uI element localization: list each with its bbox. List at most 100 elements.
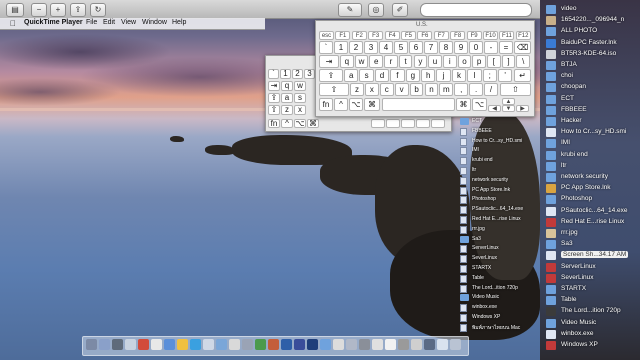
dock-app-icon[interactable] [333, 339, 344, 350]
desktop-item-label[interactable]: ltr [472, 167, 476, 173]
folder-icon[interactable] [460, 235, 469, 243]
menu-window[interactable]: Window [142, 19, 167, 26]
sidebar-toggle-button[interactable]: ▤ [6, 3, 24, 17]
file-icon[interactable] [460, 304, 467, 313]
keyboard-key[interactable]: ▲ [502, 98, 515, 105]
dock-app-icon[interactable] [242, 339, 253, 350]
desktop-item[interactable]: Red Hat E...rise Linux [540, 217, 640, 228]
desktop-item[interactable]: rrr.jpg [540, 228, 640, 239]
keyboard-key[interactable]: 2 [292, 69, 303, 79]
menu-view[interactable]: View [121, 19, 136, 26]
keyboard-key[interactable]: q [340, 55, 354, 68]
file-icon[interactable] [460, 127, 467, 136]
keyboard-key[interactable]: F7 [433, 31, 449, 40]
file-icon[interactable] [460, 274, 467, 283]
keyboard-key[interactable]: F10 [483, 31, 498, 40]
keyboard-key[interactable]: q [281, 81, 293, 91]
keyboard-key[interactable]: s [359, 69, 374, 82]
keyboard-key[interactable]: t [398, 55, 413, 68]
file-icon[interactable] [460, 196, 467, 205]
dock-app-icon[interactable] [268, 339, 279, 350]
keyboard-key[interactable]: 7 [424, 41, 438, 54]
keyboard-key[interactable]: F3 [368, 31, 384, 40]
file-icon[interactable] [460, 216, 467, 224]
keyboard-key[interactable]: fn [319, 98, 333, 111]
keyboard-key[interactable]: ⌥ [294, 119, 306, 128]
dock-app-icon[interactable] [398, 339, 409, 350]
share-button[interactable]: ⇪ [70, 3, 86, 17]
desktop-item-label[interactable]: rrr.jpg [472, 226, 485, 232]
keyboard-key[interactable] [371, 119, 385, 128]
keyboard-key[interactable]: ⌥ [349, 98, 363, 111]
keyboard-key[interactable]: esc [319, 31, 334, 40]
keyboard-key[interactable]: h [421, 69, 436, 82]
keyboard-key[interactable]: 6 [409, 41, 423, 54]
dock-app-icon[interactable] [203, 339, 214, 350]
keyboard-key[interactable]: fn [268, 119, 280, 128]
desktop-item-label[interactable]: Red Hat E...rise Linux [472, 216, 521, 222]
desktop-item[interactable]: network security [540, 172, 640, 183]
keyboard-key[interactable]: x [364, 83, 379, 96]
file-icon[interactable] [460, 225, 467, 234]
keyboard-key[interactable]: ' [498, 69, 513, 82]
keyboard-key[interactable]: y [413, 55, 428, 68]
keyboard-key[interactable]: F9 [466, 31, 482, 40]
keyboard-key[interactable]: F8 [450, 31, 466, 40]
desktop-item[interactable]: Video Music [540, 318, 640, 329]
dock-app-icon[interactable] [411, 339, 422, 350]
keyboard-key[interactable]: 9 [454, 41, 468, 54]
keyboard-key[interactable]: 8 [439, 41, 453, 54]
search-field[interactable] [420, 3, 532, 17]
file-icon[interactable] [460, 147, 467, 156]
file-icon[interactable] [460, 186, 467, 195]
keyboard-key[interactable]: c [379, 83, 394, 96]
menu-edit[interactable]: Edit [103, 19, 115, 26]
keyboard-key[interactable]: ⇥ [319, 55, 339, 68]
keyboard-key[interactable] [386, 119, 400, 128]
desktop-item[interactable]: Windows XP [540, 340, 640, 351]
keyboard-key[interactable]: ⌘ [456, 98, 471, 111]
keyboard-key[interactable]: ⇥ [268, 81, 280, 91]
desktop-item[interactable]: FBBEEE [540, 105, 640, 116]
desktop-item[interactable]: choopan [540, 82, 640, 93]
desktop-item[interactable]: SeverLinux [540, 273, 640, 284]
keyboard-key[interactable]: ⌘ [364, 98, 380, 111]
folder-icon[interactable] [460, 118, 469, 125]
keyboard-key[interactable] [401, 119, 415, 128]
keyboard-key[interactable]: ^ [281, 119, 293, 128]
keyboard-key[interactable]: F11 [499, 31, 515, 40]
keyboard-key[interactable]: j [436, 69, 451, 82]
keyboard-key[interactable]: ◀ [488, 105, 501, 112]
dock-app-icon[interactable] [346, 339, 357, 350]
keyboard-key[interactable]: w [294, 81, 306, 91]
menu-help[interactable]: Help [172, 19, 186, 26]
desktop-item-label[interactable]: The Lord...ition 720p [472, 285, 518, 291]
dock-app-icon[interactable] [385, 339, 396, 350]
file-icon[interactable] [460, 265, 467, 273]
desktop-item[interactable]: Table [540, 295, 640, 306]
keyboard-key[interactable]: 0 [469, 41, 483, 54]
file-icon[interactable] [460, 137, 467, 146]
keyboard-key[interactable]: . [469, 83, 484, 96]
file-icon[interactable] [460, 167, 467, 175]
file-icon[interactable] [460, 323, 467, 332]
keyboard-key[interactable]: ⌫ [514, 41, 531, 54]
dock-app-icon[interactable] [190, 339, 201, 350]
dock-app-icon[interactable] [255, 339, 266, 350]
keyboard-key[interactable]: F6 [417, 31, 433, 40]
dock-app-icon[interactable] [99, 339, 110, 350]
keyboard-key[interactable]: z [350, 83, 364, 96]
desktop-item[interactable]: ALL PHOTO [540, 26, 640, 37]
keyboard-key[interactable]: 1 [280, 69, 291, 79]
keyboard-key[interactable]: ⇧ [319, 83, 349, 96]
desktop-item-label[interactable]: winbox.exe [472, 304, 497, 310]
keyboard-key[interactable]: w [354, 55, 369, 68]
desktop-item[interactable]: How to Cr...sy_HD.smi [540, 127, 640, 138]
file-icon[interactable] [460, 206, 467, 215]
keyboard-key[interactable]: ^ [334, 98, 348, 111]
keyboard-key[interactable]: m [439, 83, 454, 96]
folder-icon[interactable] [460, 294, 469, 302]
desktop-item[interactable]: Screen Sh...34.17 AM [540, 250, 640, 261]
keyboard-key[interactable]: F2 [351, 31, 367, 40]
desktop-item-label[interactable]: PC App Store.lnk [472, 187, 510, 193]
